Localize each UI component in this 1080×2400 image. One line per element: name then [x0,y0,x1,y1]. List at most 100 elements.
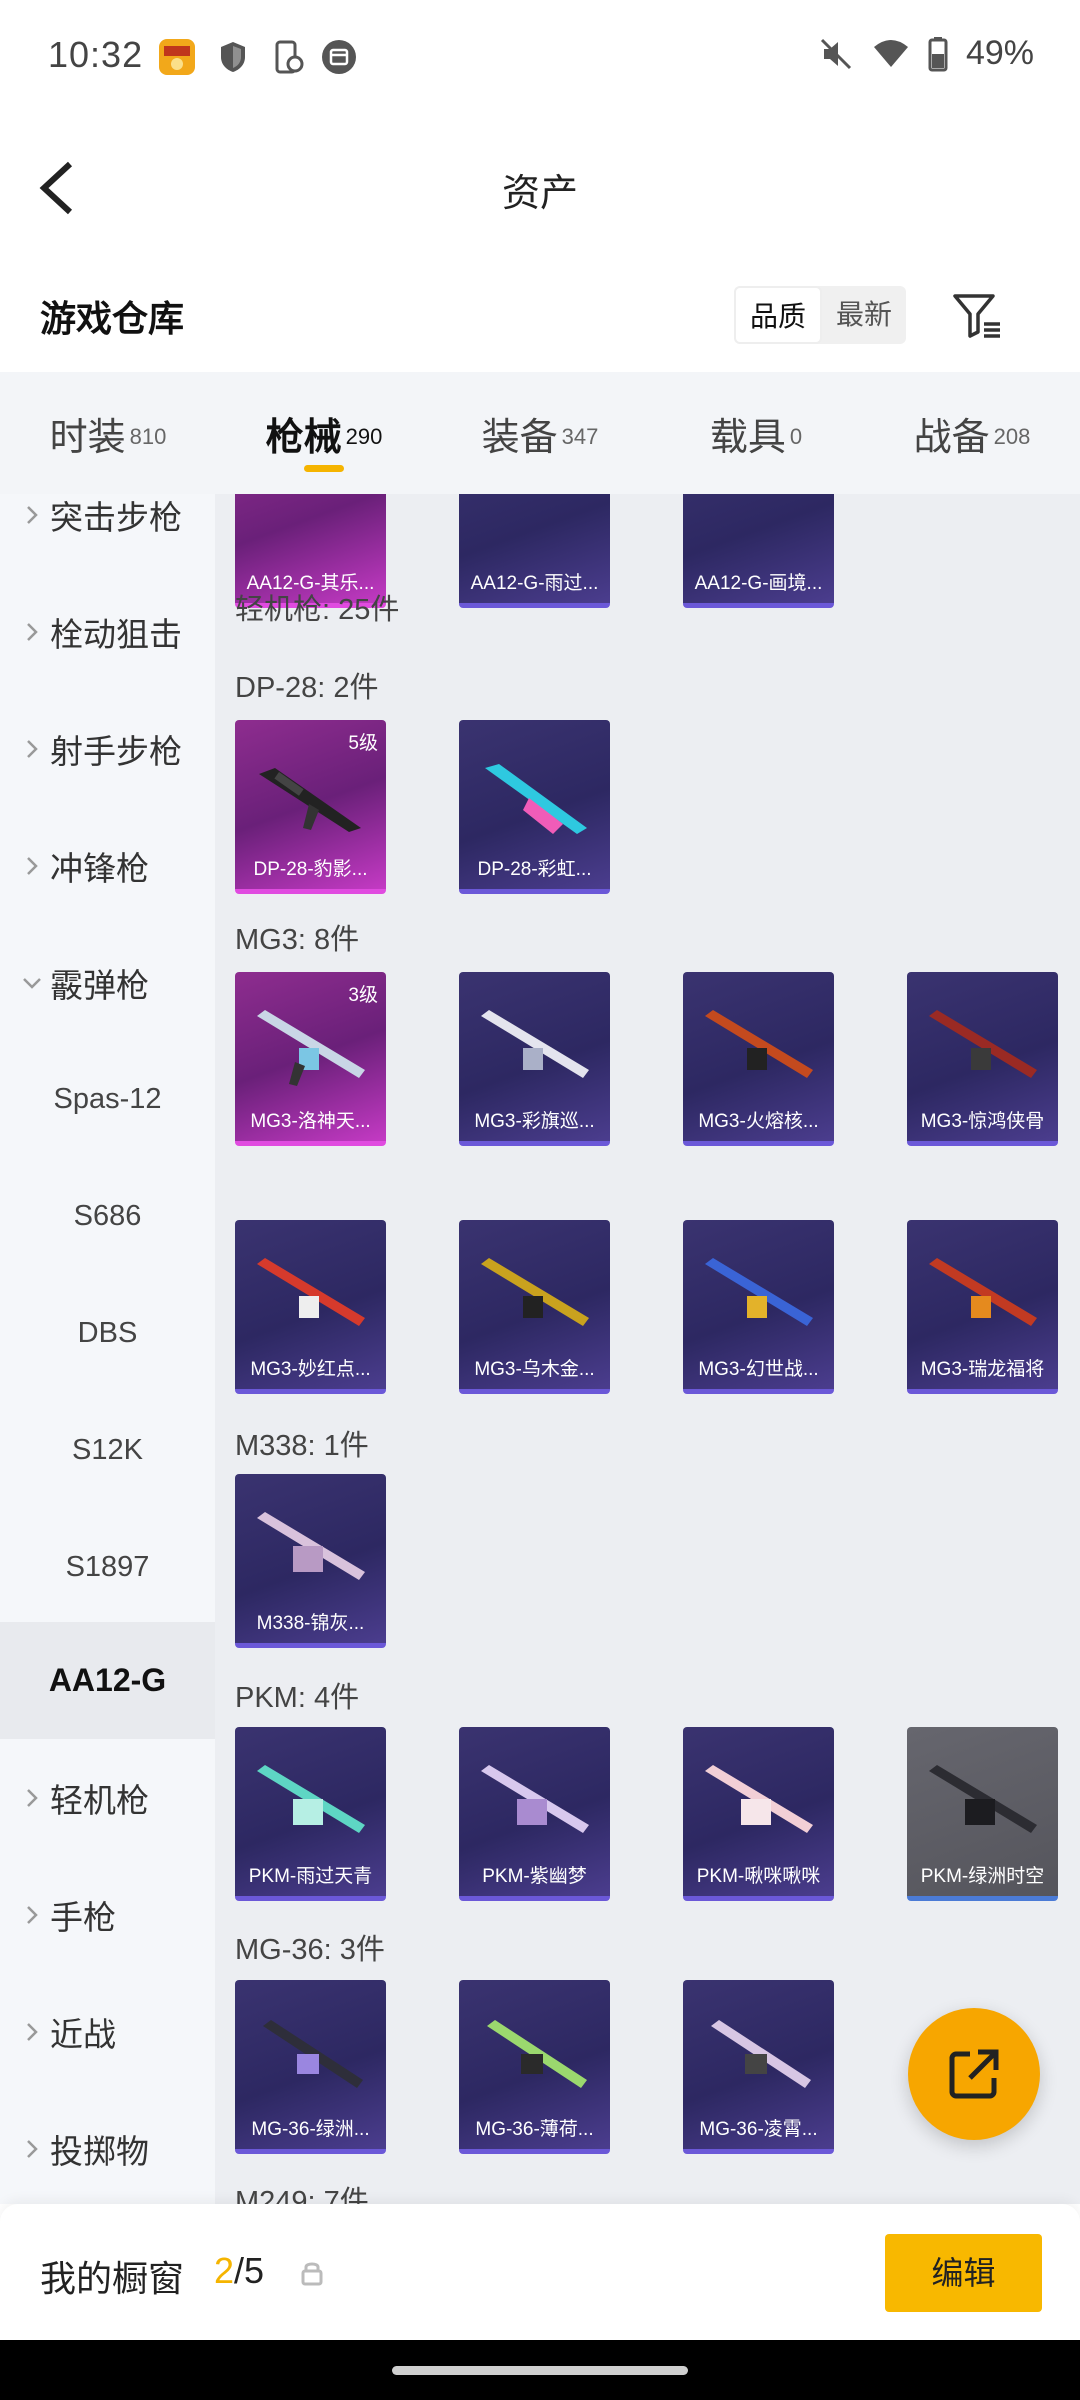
sidebar-item-marksman-rifle[interactable]: 射手步枪 [0,690,215,807]
weapon-name: MG3-幻世战... [698,1359,819,1380]
warehouse-header: 游戏仓库 品质 最新 [0,260,1080,372]
machine-gun-icon [929,1765,1037,1833]
weapon-name: DP-28-彩虹... [477,859,592,880]
weapon-card[interactable]: MG3-惊鸿侠骨 [907,972,1058,1146]
chevron-right-icon [27,856,38,875]
sidebar-item-melee[interactable]: 近战 [0,1973,215,2090]
sidebar-subitem-s1897[interactable]: S1897 [0,1509,215,1626]
chevron-down-icon [23,977,41,989]
filter-icon [953,294,1000,338]
weapon-card[interactable]: MG3-乌木金... [459,1220,610,1394]
tab-vehicles[interactable]: 载具 0 [648,372,864,494]
weapon-card[interactable]: PKM-绿洲时空 [907,1727,1058,1901]
mute-icon [820,38,851,69]
weapon-card[interactable]: MG3-妙红点... [235,1220,386,1394]
sidebar-item-pistol[interactable]: 手枪 [0,1856,215,1973]
weapon-card[interactable]: MG3-瑞龙福将 [907,1220,1058,1394]
machine-gun-icon [481,1010,589,1078]
machine-gun-icon [257,1010,365,1086]
warehouse-title: 游戏仓库 [40,298,185,339]
sidebar-item-assault-rifle[interactable]: 突击步枪 [0,494,215,573]
machine-gun-icon [929,1258,1037,1326]
tab-count: 290 [345,423,383,449]
weapon-name: PKM-啾咪啾咪 [696,1866,821,1887]
weapon-card[interactable]: MG3-彩旗巡... [459,972,610,1146]
sidebar-item-smg[interactable]: 冲锋枪 [0,807,215,924]
battery-icon [928,36,948,71]
chevron-right-icon [27,505,38,524]
weapon-card[interactable]: AA12-G-雨过... [459,494,610,608]
machine-gun-icon [257,1512,365,1580]
weapon-card[interactable]: PKM-紫幽梦 [459,1727,610,1901]
tab-equipment[interactable]: 装备 347 [432,372,648,494]
battery-percent: 49% [965,34,1034,72]
status-right: 49% [818,34,1034,73]
machine-gun-icon [257,1258,365,1326]
weapon-card[interactable]: AA12-G-画境... [683,494,834,608]
tab-fashion[interactable]: 时装 810 [0,372,216,494]
weapon-card[interactable]: 3级 MG3-洛神天... [235,972,386,1146]
sidebar-item-label: 栓动狙击 [50,615,182,653]
tab-supplies[interactable]: 战备 208 [864,372,1080,494]
sort-newest-button[interactable]: 最新 [822,286,906,344]
sidebar-item-label: S686 [73,1200,142,1232]
sidebar-item-bolt-sniper[interactable]: 栓动狙击 [0,573,215,690]
sidebar-item-label: AA12-G [48,1662,167,1698]
rifle-icon [487,2020,587,2088]
sidebar-item-label: 投掷物 [50,2132,149,2170]
machine-gun-icon [257,1765,365,1833]
weapon-card[interactable]: PKM-雨过天青 [235,1727,386,1901]
edit-button[interactable]: 编辑 [885,2234,1042,2312]
machine-gun-icon [481,1765,589,1833]
weapon-card[interactable]: MG-36-凌霄... [683,1980,834,2154]
weapon-name: M338-锦灰... [256,1613,365,1634]
sort-quality-button[interactable]: 品质 [734,286,823,344]
sidebar-item-label: Spas-12 [53,1083,162,1115]
machine-gun-icon [929,1010,1037,1078]
weapon-card[interactable]: MG-36-绿洲... [235,1980,386,2154]
machine-gun-icon [481,1258,589,1326]
weapon-card[interactable]: M338-锦灰... [235,1474,386,1648]
weapon-name: MG-36-薄荷... [475,2119,594,2140]
weapon-card[interactable]: MG-36-薄荷... [459,1980,610,2154]
rifle-icon [711,2020,811,2088]
group-label-m249: M249: 7件 [235,2186,369,2204]
sidebar-item-lmg[interactable]: 轻机枪 [0,1739,215,1856]
sidebar-item-label: 射手步枪 [50,732,182,770]
weapon-card[interactable]: MG3-火熔核... [683,972,834,1146]
game-app-icon [158,38,196,76]
sidebar-item-label: 霰弹枪 [50,966,149,1004]
weapon-name: MG3-洛神天... [250,1111,371,1132]
weapon-name: MG3-惊鸿侠骨 [920,1111,1045,1132]
weapon-grid: AA12-G-其乐... AA12-G-雨过... AA12-G-画境... 轻… [215,494,1080,2204]
sidebar-subitem-s686[interactable]: S686 [0,1158,215,1275]
share-fab-button[interactable] [908,2008,1040,2140]
weapon-card[interactable]: DP-28-彩虹... [459,720,610,894]
group-label-dp28: DP-28: 2件 [235,672,379,704]
sidebar-item-label: 突击步枪 [50,498,182,536]
sidebar-item-throwable[interactable]: 投掷物 [0,2090,215,2204]
machine-gun-icon [705,1765,813,1833]
sidebar-subitem-dbs[interactable]: DBS [0,1275,215,1392]
external-link-icon [949,2049,999,2099]
weapon-name: MG3-彩旗巡... [474,1111,595,1132]
weapon-card[interactable]: 5级 DP-28-豹影... [235,720,386,894]
rifle-icon [485,764,587,834]
sidebar-item-label: S1897 [65,1551,150,1583]
sidebar-subitem-s12k[interactable]: S12K [0,1392,215,1509]
system-nav-bar [0,2340,1080,2400]
weapon-name: AA12-G-画境... [694,573,823,594]
weapon-card[interactable]: MG3-幻世战... [683,1220,834,1394]
tab-guns[interactable]: 枪械 290 [216,372,432,494]
filter-button[interactable] [950,288,1004,342]
home-gesture-handle[interactable] [392,2366,688,2375]
weapon-level: 5级 [348,733,378,754]
showcase-bar: 我的橱窗 2/5 编辑 [0,2204,1080,2340]
chevron-right-icon [27,739,38,758]
sidebar-item-shotgun[interactable]: 霰弹枪 [0,924,215,1041]
sidebar-subitem-aa12g[interactable]: AA12-G [0,1622,215,1739]
tab-label: 载具 [709,417,786,459]
sidebar-subitem-spas12[interactable]: Spas-12 [0,1041,215,1158]
weapon-card[interactable]: PKM-啾咪啾咪 [683,1727,834,1901]
category-count-label: 轻机枪: 25件 [235,594,400,626]
